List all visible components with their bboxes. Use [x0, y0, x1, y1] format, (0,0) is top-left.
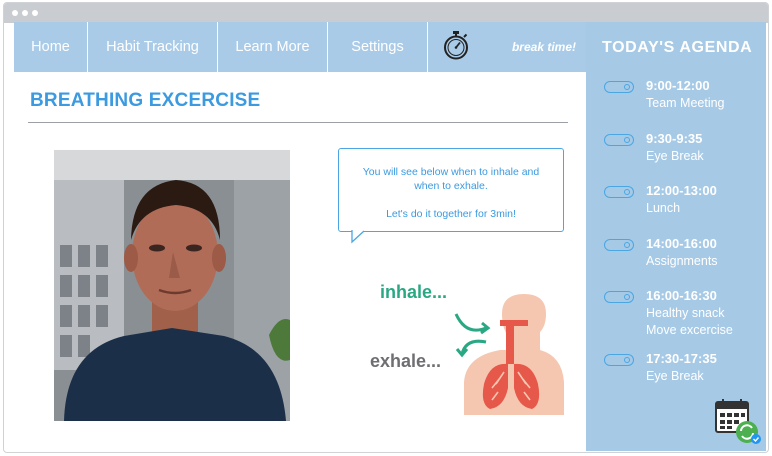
window-dot [22, 10, 28, 16]
agenda-label: Move excercise [646, 323, 733, 337]
agenda-toggle[interactable] [604, 134, 634, 146]
agenda-time: 12:00-13:00 [646, 183, 717, 198]
break-time-button[interactable]: break time! [428, 22, 586, 72]
agenda-toggle[interactable] [604, 354, 634, 366]
nav-home[interactable]: Home [14, 22, 88, 72]
main-panel: BREATHING EXCERCISE You will see below w… [14, 72, 586, 451]
lungs-illustration [454, 294, 564, 415]
toggle-knob [624, 356, 630, 363]
window-dot [32, 10, 38, 16]
agenda-toggle[interactable] [604, 81, 634, 93]
agenda-item: 9:00-12:00 Team Meeting [604, 78, 764, 118]
top-nav: Home Habit Tracking Learn More Settings … [14, 22, 586, 72]
instruction-line-3: Let's do it together for 3min! [386, 208, 516, 220]
break-time-label: break time! [511, 40, 576, 54]
inhale-label: inhale... [380, 282, 448, 302]
agenda-item: 16:00-16:30 Healthy snack Move excercise [604, 288, 764, 340]
agenda-sidebar: TODAY'S AGENDA 9:00-12:00 Team Meeting 9… [586, 22, 766, 451]
agenda-toggle[interactable] [604, 186, 634, 198]
toggle-knob [624, 136, 630, 143]
agenda-item: 9:30-9:35 Eye Break [604, 131, 764, 171]
agenda-time: 14:00-16:00 [646, 236, 717, 251]
window-titlebar [4, 3, 768, 23]
agenda-time: 16:00-16:30 [646, 288, 717, 303]
agenda-item: 14:00-16:00 Assignments [604, 236, 764, 276]
instruction-line-1: You will see below when to inhale and [362, 166, 540, 178]
stopwatch-icon [442, 30, 470, 64]
calendar-sync-icon[interactable] [712, 398, 764, 446]
agenda-item: 12:00-13:00 Lunch [604, 183, 764, 223]
agenda-label: Healthy snack [646, 306, 725, 320]
instruction-bubble: You will see below when to inhale and wh… [338, 148, 564, 232]
title-divider [28, 122, 568, 123]
agenda-label: Eye Break [646, 369, 704, 383]
toggle-knob [624, 188, 630, 195]
agenda-label: Eye Break [646, 149, 704, 163]
agenda-time: 17:30-17:35 [646, 351, 717, 366]
exhale-label: exhale... [370, 351, 442, 371]
agenda-label: Team Meeting [646, 96, 725, 110]
instruction-line-2: when to exhale. [414, 180, 488, 192]
agenda-label: Lunch [646, 201, 681, 215]
nav-learn-more[interactable]: Learn More [218, 22, 328, 72]
toggle-knob [624, 241, 630, 248]
agenda-item: 17:30-17:35 Eye Break [604, 351, 764, 391]
page-title: BREATHING EXCERCISE [30, 90, 261, 111]
agenda-time: 9:30-9:35 [646, 131, 703, 146]
agenda-toggle[interactable] [604, 291, 634, 303]
agenda-title: TODAY'S AGENDA [602, 39, 753, 56]
bubble-tail [351, 230, 365, 244]
nav-settings[interactable]: Settings [328, 22, 428, 72]
nav-habit-tracking[interactable]: Habit Tracking [88, 22, 218, 72]
agenda-label: Assignments [646, 254, 718, 268]
toggle-knob [624, 83, 630, 90]
avatar-video [54, 150, 290, 421]
agenda-time: 9:00-12:00 [646, 78, 710, 93]
window-dot [12, 10, 18, 16]
agenda-toggle[interactable] [604, 239, 634, 251]
toggle-knob [624, 293, 630, 300]
